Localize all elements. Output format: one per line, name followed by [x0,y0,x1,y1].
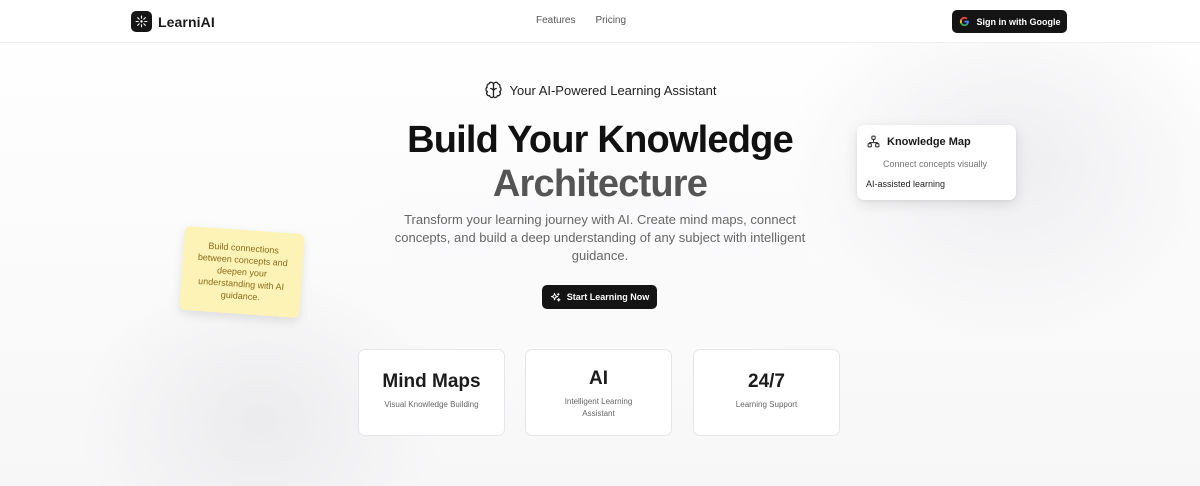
stat-value: AI [589,368,608,389]
sparkle-burst-icon [131,11,152,32]
brand-logo[interactable]: LearniAI [131,11,215,32]
hero-badge-text: Your AI-Powered Learning Assistant [509,83,717,98]
hero-subtitle: Transform your learning journey with AI.… [394,212,806,263]
nav-link-features[interactable]: Features [536,15,575,26]
stat-card-ai: AI Intelligent Learning Assistant [525,349,672,436]
hero-title: Build Your Knowledge Architecture [0,118,1200,206]
stat-card-mind-maps: Mind Maps Visual Knowledge Building [358,349,505,436]
sign-in-google-button[interactable]: Sign in with Google [952,10,1067,33]
sticky-note: Build connections between concepts and d… [179,225,305,319]
knowledge-map-subtitle: Connect concepts visually [883,159,988,169]
stat-label: Learning Support [735,400,798,409]
sparkles-icon [550,292,561,302]
stat-label: Visual Knowledge Building [384,400,479,409]
stat-label: Intelligent Learning Assistant [564,397,633,418]
brain-icon [484,81,502,99]
start-learning-label: Start Learning Now [566,292,650,302]
start-learning-button[interactable]: Start Learning Now [542,285,657,309]
top-navbar: LearniAI Features Pricing Sign in with G… [0,0,1200,43]
brand-name: LearniAI [158,13,215,30]
network-icon [867,135,880,148]
hero-title-line1: Build Your Knowledge [407,119,794,161]
nav-link-pricing[interactable]: Pricing [595,15,626,26]
knowledge-map-card: Knowledge Map Connect concepts visually … [857,125,1016,200]
hero-title-line2: Architecture [492,163,708,205]
hero-badge: Your AI-Powered Learning Assistant [0,81,1200,100]
stat-card-support: 24/7 Learning Support [693,349,840,436]
google-g-icon [959,16,969,27]
stat-value: 24/7 [748,371,785,392]
stat-value: Mind Maps [382,371,481,392]
knowledge-map-title: Knowledge Map [887,135,971,148]
main-nav: Features Pricing [536,15,626,26]
knowledge-map-footer: AI-assisted learning [866,179,946,189]
sign-in-label: Sign in with Google [976,16,1061,27]
sticky-note-text: Build connections between concepts and d… [197,240,289,303]
